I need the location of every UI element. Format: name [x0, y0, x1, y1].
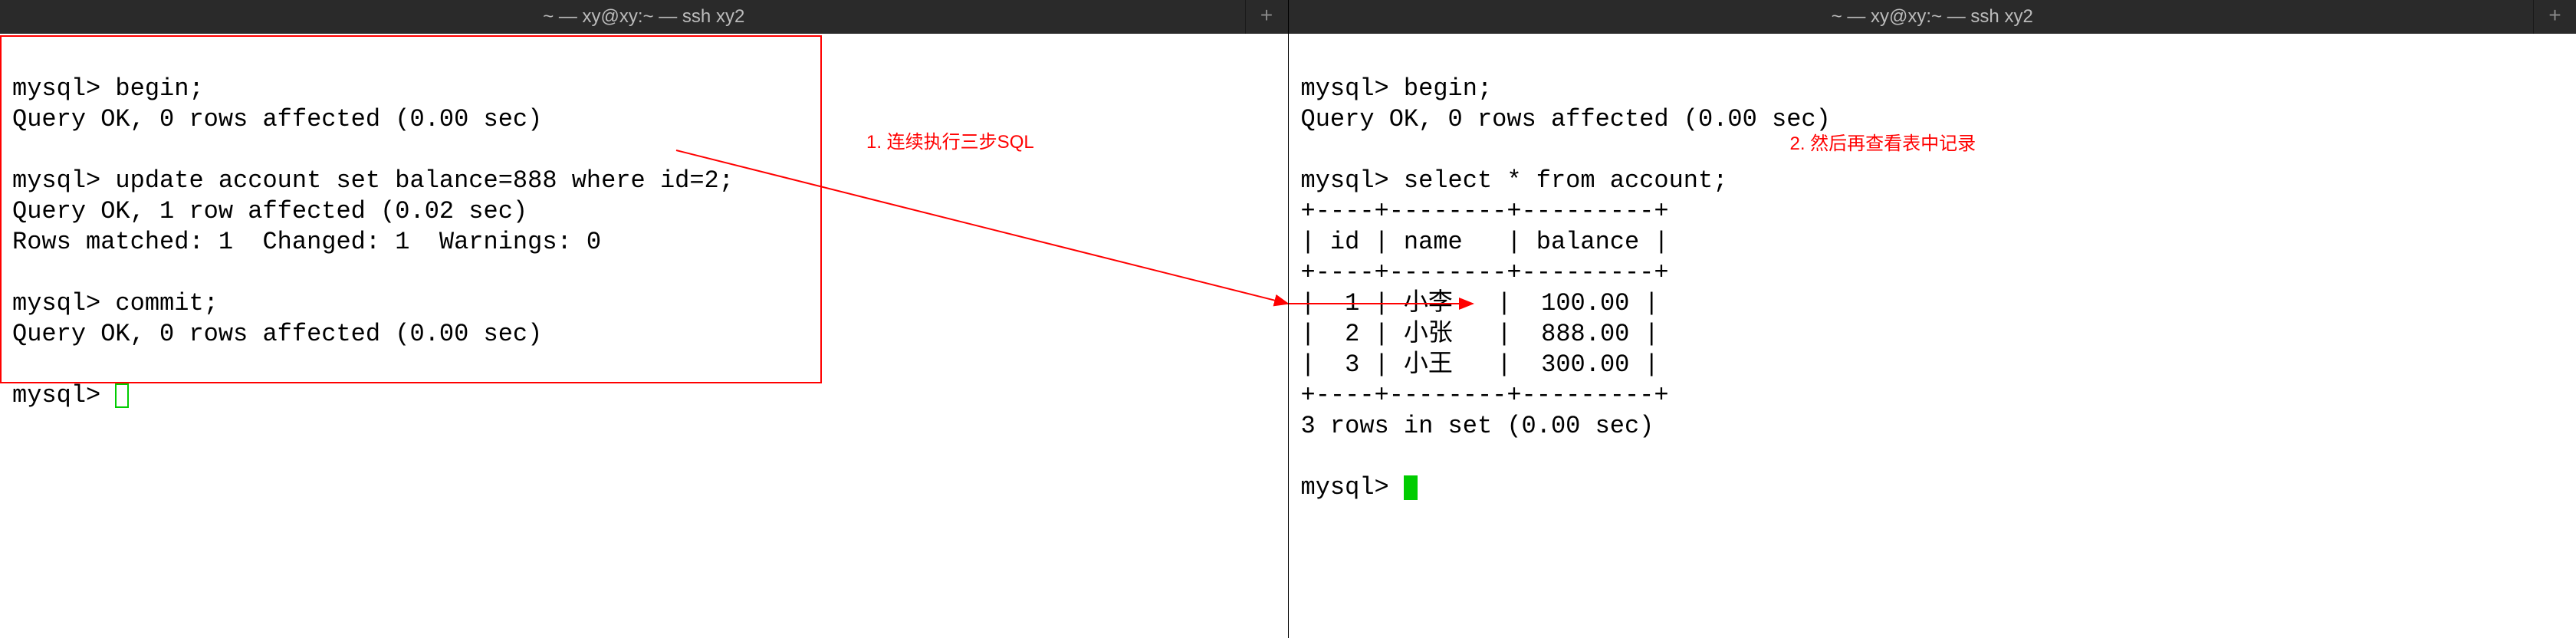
terminal-line: Query OK, 1 row affected (0.02 sec) — [12, 197, 527, 225]
terminal-line: mysql> select * from account; — [1301, 166, 1728, 195]
terminal-line: | 2 | 小张 | 888.00 | — [1301, 320, 1659, 348]
new-tab-button-right[interactable]: + — [2533, 0, 2576, 34]
tab-title-right: ~ — xy@xy:~ — ssh xy2 — [1832, 6, 2033, 28]
terminal-line: | 3 | 小王 | 300.00 | — [1301, 350, 1659, 379]
terminal-line: mysql> commit; — [12, 289, 219, 317]
terminal-body-left[interactable]: mysql> begin; Query OK, 0 rows affected … — [0, 34, 1288, 638]
tab-bar-left: ~ — xy@xy:~ — ssh xy2 + — [0, 0, 1288, 34]
cursor-icon — [115, 383, 129, 408]
terminal-line: mysql> begin; — [12, 74, 204, 103]
terminal-line: 3 rows in set (0.00 sec) — [1301, 412, 1654, 440]
annotation-1: 1. 连续执行三步SQL — [866, 127, 1034, 158]
terminal-line: +----+--------+---------+ — [1301, 197, 1669, 225]
terminal-line: Query OK, 0 rows affected (0.00 sec) — [12, 105, 542, 133]
terminal-line: | 1 | 小李 | 100.00 | — [1301, 289, 1659, 317]
terminal-body-right[interactable]: mysql> begin; Query OK, 0 rows affected … — [1289, 34, 2576, 638]
terminal-line: mysql> — [1301, 473, 1404, 502]
annotation-2: 2. 然后再查看表中记录 — [1790, 129, 1976, 160]
terminal-line: | id | name | balance | — [1301, 228, 1669, 256]
plus-icon: + — [1260, 5, 1273, 29]
terminal-pane-left: ~ — xy@xy:~ — ssh xy2 + mysql> begin; Qu… — [0, 0, 1288, 638]
plus-icon: + — [2548, 5, 2561, 29]
cursor-icon — [1404, 475, 1418, 500]
terminal-line: Query OK, 0 rows affected (0.00 sec) — [12, 320, 542, 348]
terminal-line: mysql> begin; — [1301, 74, 1493, 103]
terminal-line: mysql> — [12, 381, 115, 409]
terminal-line: +----+--------+---------+ — [1301, 258, 1669, 287]
new-tab-button-left[interactable]: + — [1245, 0, 1288, 34]
terminal-line: Rows matched: 1 Changed: 1 Warnings: 0 — [12, 228, 601, 256]
terminal-pane-right: ~ — xy@xy:~ — ssh xy2 + mysql> begin; Qu… — [1288, 0, 2576, 638]
terminal-line: +----+--------+---------+ — [1301, 381, 1669, 409]
terminal-line: Query OK, 0 rows affected (0.00 sec) — [1301, 105, 1831, 133]
tab-bar-right: ~ — xy@xy:~ — ssh xy2 + — [1289, 0, 2576, 34]
terminal-line: mysql> update account set balance=888 wh… — [12, 166, 734, 195]
tab-title-left: ~ — xy@xy:~ — ssh xy2 — [543, 6, 744, 28]
